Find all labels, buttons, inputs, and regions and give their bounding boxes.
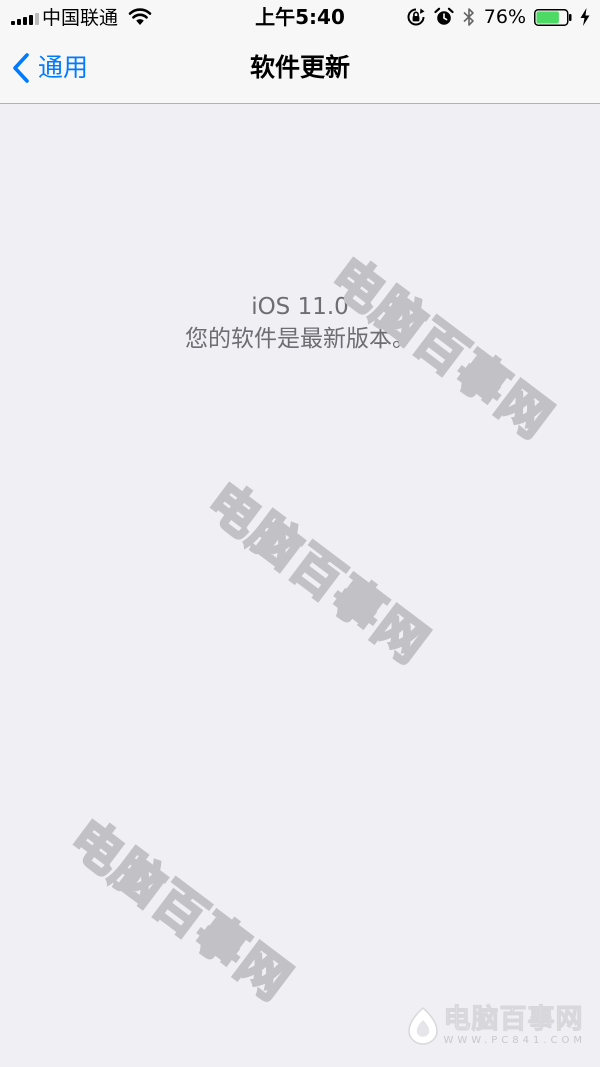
bluetooth-icon [463,8,474,26]
navigation-bar: 通用 软件更新 [0,36,600,104]
site-logo: 电脑百事网 WWW.PC841.COM [406,1004,586,1047]
ios-version-label: iOS 11.0 [251,294,349,320]
update-info: iOS 11.0 您的软件是最新版本。 [0,291,600,355]
status-right-group: 76% [406,5,590,29]
page-title: 软件更新 [249,53,350,82]
charging-icon [580,8,590,26]
logo-text: 电脑百事网 [443,1004,584,1035]
logo-url: WWW.PC841.COM [443,1035,586,1046]
battery-percent: 76% [483,6,526,28]
logo-mark-icon [407,1006,438,1045]
watermark: 电脑百事网 [58,807,304,1013]
rotation-lock-icon [407,8,425,26]
battery-fill [536,11,559,23]
status-bar: 中国联通 上午5:40 76% [0,0,600,36]
watermark: 电脑百事网 [195,470,441,676]
logo-text-group: 电脑百事网 WWW.PC841.COM [443,1004,586,1047]
battery-icon [534,8,572,26]
alarm-icon [434,7,454,25]
